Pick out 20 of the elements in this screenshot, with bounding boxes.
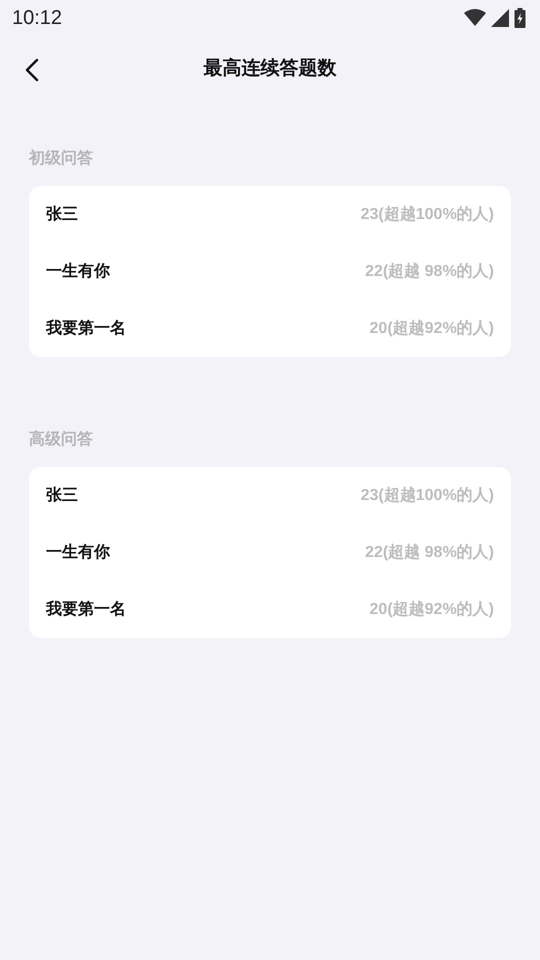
score-text: 23(超越100%的人) bbox=[360, 204, 494, 224]
score-text: 20(超越92%的人) bbox=[370, 600, 494, 620]
score-text: 22(超越 98%的人) bbox=[365, 262, 494, 282]
user-name: 一生有你 bbox=[46, 262, 110, 282]
user-name: 我要第一名 bbox=[46, 600, 126, 620]
section-title: 初级问答 bbox=[29, 148, 94, 169]
user-name: 张三 bbox=[46, 204, 78, 224]
wifi-icon bbox=[464, 9, 486, 27]
score-text: 22(超越 98%的人) bbox=[365, 542, 494, 562]
user-name: 我要第一名 bbox=[46, 318, 126, 338]
score-text: 20(超越92%的人) bbox=[370, 318, 494, 338]
user-name: 一生有你 bbox=[46, 542, 110, 562]
signal-icon bbox=[490, 9, 510, 27]
user-name: 张三 bbox=[46, 486, 78, 506]
score-text: 23(超越100%的人) bbox=[360, 486, 494, 506]
battery-icon bbox=[514, 8, 526, 28]
section-title: 高级问答 bbox=[29, 429, 94, 450]
back-icon bbox=[25, 58, 39, 82]
page-title: 最高连续答题数 bbox=[204, 56, 336, 81]
status-time: 10:12 bbox=[12, 6, 62, 31]
